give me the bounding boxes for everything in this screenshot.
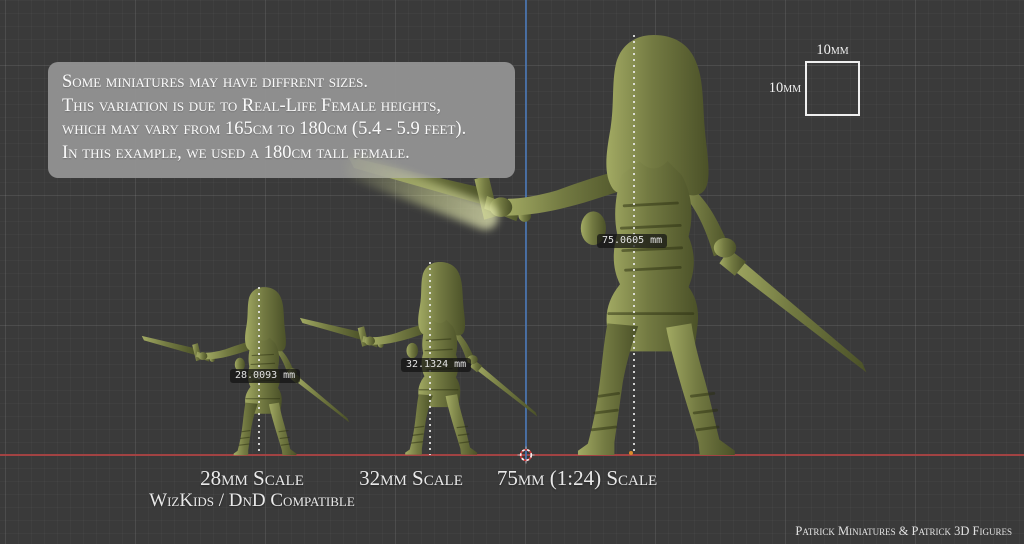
measurement-label-75mm: 75.0605 mm — [597, 234, 667, 248]
reference-height-label: 10mm — [743, 80, 801, 97]
scale-label-75mm: 75mm (1:24) Scale — [477, 466, 677, 491]
info-line-2: This variation is due to Real-Life Femal… — [62, 95, 501, 119]
reference-width-label: 10mm — [805, 42, 860, 59]
credit-text: Patrick Miniatures & Patrick 3D Figures — [795, 524, 1012, 539]
info-line-4: In this example, we used a 180cm tall fe… — [62, 142, 501, 166]
reference-square-10mm — [805, 61, 860, 116]
scale-sublabel-28mm: WizKids / DnD Compatible — [127, 490, 377, 512]
blender-viewport[interactable]: 28.0093 mm 32.1324 mm 75.0605 mm Some mi… — [0, 0, 1024, 544]
info-box: Some miniatures may have diffrent sizes.… — [48, 62, 515, 178]
measurement-label-32mm: 32.1324 mm — [401, 358, 471, 372]
info-line-3: which may vary from 165cm to 180cm (5.4 … — [62, 118, 501, 142]
3d-cursor-icon[interactable] — [517, 446, 535, 464]
info-line-1: Some miniatures may have diffrent sizes. — [62, 71, 501, 95]
measurement-label-28mm: 28.0093 mm — [230, 369, 300, 383]
